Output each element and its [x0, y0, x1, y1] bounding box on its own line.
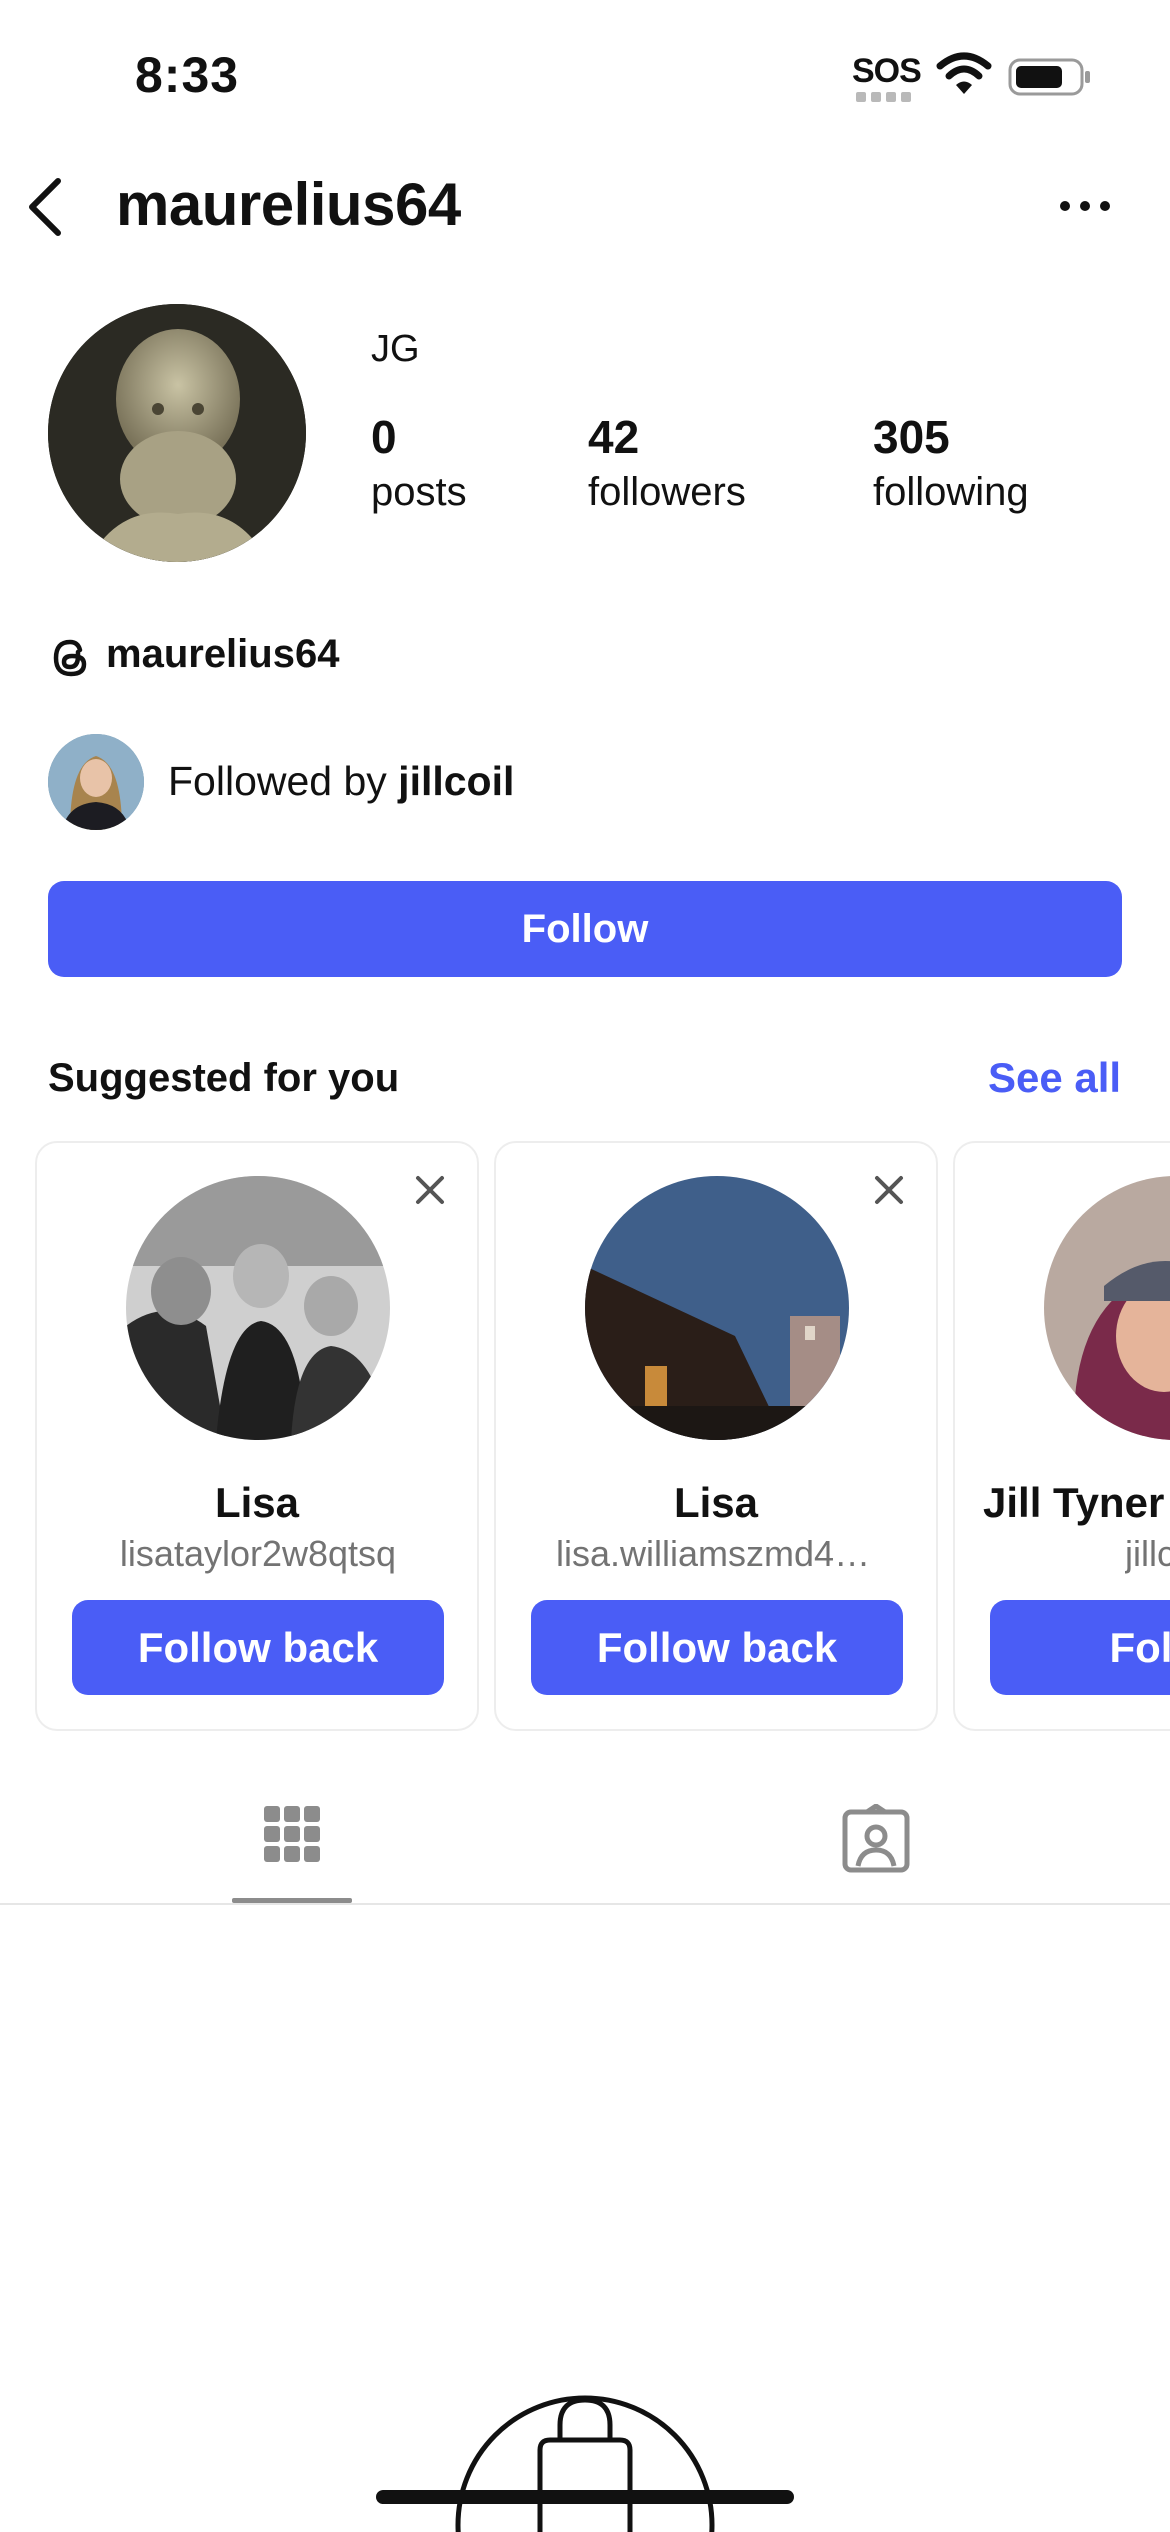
followed-by-text[interactable]: Followed by jillcoil — [168, 758, 514, 805]
profile-avatar[interactable] — [48, 304, 306, 562]
suggestion-handle: lisataylor2w8qtsq — [119, 1533, 397, 1574]
following-count[interactable]: 305 — [873, 410, 950, 464]
lock-icon — [455, 2395, 715, 2532]
posts-count: 0 — [371, 411, 397, 463]
suggestion-name[interactable]: Lisa — [496, 1479, 936, 1527]
tabs-divider — [0, 1903, 1170, 1905]
chevron-left-icon[interactable] — [22, 175, 66, 239]
tab-grid[interactable] — [232, 1800, 352, 1904]
suggestion-handle: lisa.williamszmd49v... — [556, 1533, 878, 1574]
followers-label[interactable]: followers — [588, 470, 746, 515]
suggestion-avatar[interactable] — [585, 1176, 849, 1440]
home-indicator — [376, 2490, 794, 2504]
suggestion-avatar[interactable] — [1044, 1176, 1170, 1440]
suggestion-avatar[interactable] — [126, 1176, 390, 1440]
suggestion-handle: jillc — [1125, 1533, 1170, 1574]
tab-tagged[interactable] — [816, 1800, 936, 1904]
followers-count[interactable]: 42 — [588, 410, 639, 464]
posts-label: posts — [371, 470, 467, 514]
follow-button[interactable]: Follow — [48, 881, 1122, 977]
tagged-icon — [842, 1804, 910, 1873]
threads-handle-link[interactable]: maurelius64 — [106, 632, 339, 677]
mutual-follower-avatar[interactable] — [48, 734, 144, 830]
suggestion-card[interactable]: Lisa lisa.williamszmd49v... Follow back — [494, 1141, 938, 1731]
follow-back-button[interactable]: Follow back — [531, 1600, 903, 1695]
grid-icon — [264, 1806, 320, 1862]
close-icon[interactable] — [413, 1173, 447, 1207]
suggestion-name[interactable]: Jill Tyner — [983, 1479, 1164, 1527]
battery-icon — [1008, 58, 1090, 96]
more-horizontal-icon[interactable] — [1058, 196, 1112, 216]
followed-by-prefix: Followed by — [168, 758, 399, 804]
suggestion-card[interactable]: Lisa lisataylor2w8qtsq Follow back — [35, 1141, 479, 1731]
following-label[interactable]: following — [873, 470, 1029, 515]
follow-button[interactable]: Follow — [990, 1600, 1170, 1695]
threads-icon[interactable] — [50, 636, 92, 680]
see-all-link[interactable]: See all — [988, 1054, 1121, 1102]
wifi-icon — [936, 52, 992, 94]
suggested-title: Suggested for you — [48, 1056, 400, 1100]
signal-dots-icon — [856, 92, 911, 102]
sos-indicator: SOS — [852, 52, 922, 90]
suggestion-name[interactable]: Lisa — [37, 1479, 477, 1527]
status-time: 8:33 — [135, 47, 240, 103]
suggestion-card[interactable]: Jill Tyner jillc Follow — [953, 1141, 1170, 1731]
header-username: maurelius64 — [116, 171, 461, 238]
display-name: JG — [371, 328, 420, 370]
followed-by-user[interactable]: jillcoil — [398, 758, 514, 804]
close-icon[interactable] — [872, 1173, 906, 1207]
follow-back-button[interactable]: Follow back — [72, 1600, 444, 1695]
